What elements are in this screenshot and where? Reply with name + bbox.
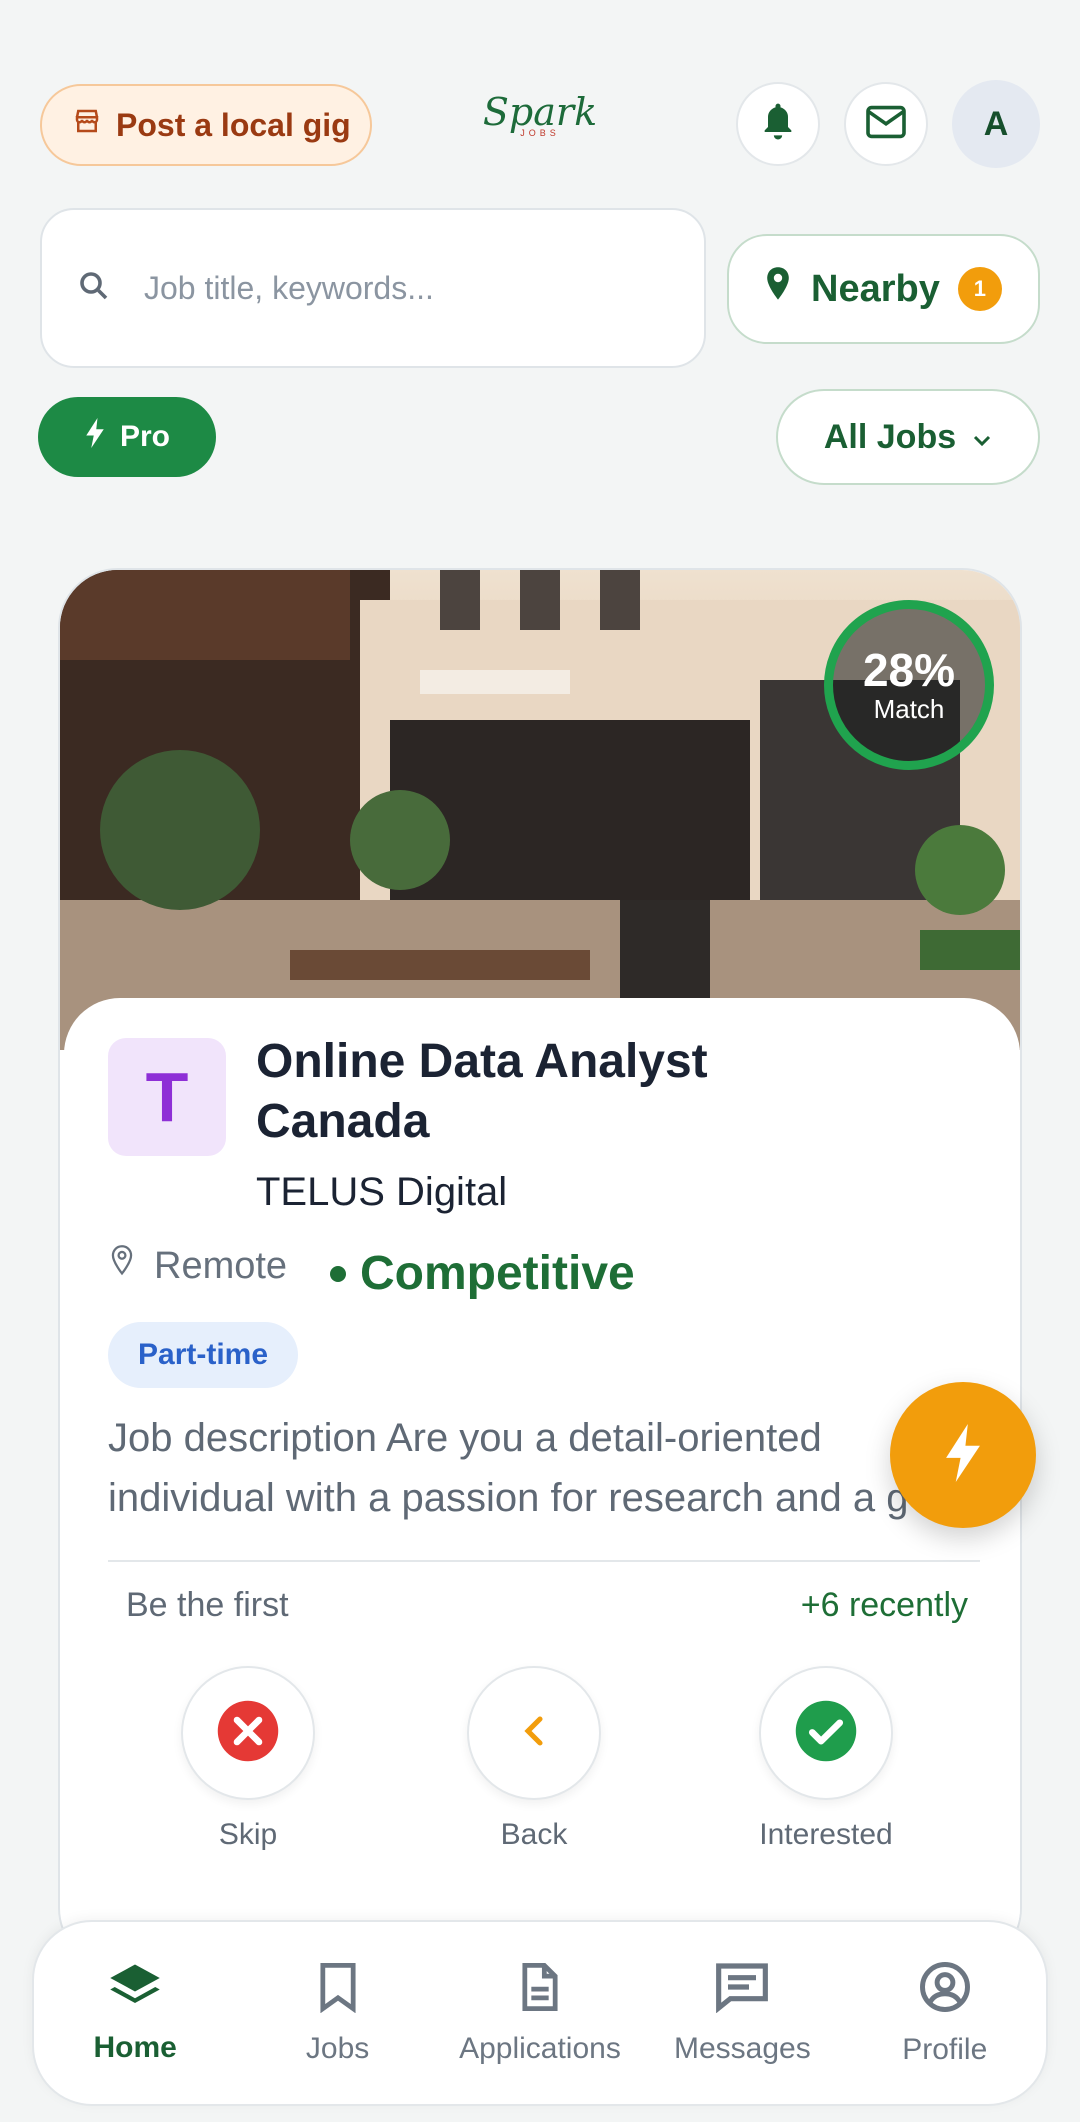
match-label: Match [873, 693, 945, 724]
logo-wordmark: Spark [482, 90, 598, 134]
match-score-ring: 28% Match [824, 600, 994, 770]
nav-home[interactable]: Home [40, 1962, 230, 2065]
salary-info: Competitive [330, 1246, 635, 1301]
lightning-icon [943, 1423, 983, 1487]
bottom-nav: Home Jobs Applications Messages Profile [32, 1920, 1048, 2106]
skip-action[interactable]: Skip [148, 1666, 348, 1852]
back-action[interactable]: Back [434, 1666, 634, 1852]
recent-activity: +6 recently [800, 1586, 968, 1624]
lightning-icon [84, 418, 106, 456]
bell-icon [758, 100, 798, 149]
nav-applications-label: Applications [459, 2031, 621, 2065]
storefront-icon [72, 106, 102, 144]
avatar[interactable]: A [952, 80, 1040, 168]
nav-profile[interactable]: Profile [850, 1960, 1040, 2067]
notifications-button[interactable] [736, 82, 820, 166]
user-circle-icon [918, 1960, 972, 2019]
interested-label: Interested [759, 1818, 893, 1851]
interested-action[interactable]: Interested [726, 1666, 926, 1852]
nav-home-label: Home [93, 2030, 177, 2064]
job-location: Remote [108, 1244, 287, 1288]
back-label: Back [500, 1818, 568, 1851]
company-logo: T [108, 1038, 226, 1156]
chevron-down-icon [972, 418, 992, 457]
all-jobs-label: All Jobs [823, 417, 957, 456]
post-local-gig-button[interactable]: Post a local gig [40, 84, 372, 166]
nav-profile-label: Profile [902, 2032, 988, 2066]
post-local-gig-label: Post a local gig [116, 106, 351, 143]
app-logo: Spark JOBS [480, 92, 600, 148]
document-icon [518, 1961, 562, 2018]
pro-label: Pro [119, 420, 170, 453]
salary-text: Competitive [360, 1247, 635, 1300]
divider [108, 1560, 980, 1562]
location-pin-icon [763, 266, 793, 312]
check-circle-icon [793, 1698, 859, 1769]
map-pin-icon [108, 1244, 136, 1288]
mail-icon [864, 104, 908, 145]
search-input[interactable] [142, 268, 646, 308]
chat-icon [714, 1961, 770, 2018]
chevron-left-icon [519, 1713, 549, 1754]
applicants-note: Be the first [126, 1586, 289, 1624]
layers-icon [108, 1962, 162, 2017]
job-title: Online Data Analyst Canada [256, 1035, 708, 1148]
nearby-label: Nearby [811, 267, 940, 310]
all-jobs-dropdown[interactable]: All Jobs [776, 389, 1040, 485]
messages-button[interactable] [844, 82, 928, 166]
avatar-initial: A [983, 104, 1009, 143]
nav-messages[interactable]: Messages [647, 1961, 837, 2066]
bookmark-icon [316, 1961, 360, 2018]
nav-jobs-label: Jobs [305, 2031, 370, 2065]
match-percent: 28% [862, 643, 956, 696]
nearby-count-badge: 1 [957, 267, 1002, 311]
search-icon [76, 268, 112, 309]
pro-button[interactable]: Pro [38, 397, 216, 477]
quick-apply-fab[interactable] [890, 1382, 1036, 1528]
location-text: Remote [154, 1244, 288, 1287]
skip-label: Skip [218, 1818, 278, 1851]
interested-button[interactable] [759, 1666, 893, 1800]
job-details: T Online Data Analyst Canada TELUS Digit… [64, 998, 1020, 1966]
back-button[interactable] [467, 1666, 601, 1800]
skip-button[interactable] [181, 1666, 315, 1800]
salary-dot-icon [330, 1265, 346, 1282]
job-card[interactable]: 28% Match T Online Data Analyst Canada T… [58, 568, 1022, 1968]
job-description: Job description Are you a detail-oriente… [108, 1416, 909, 1520]
search-box[interactable] [40, 208, 706, 368]
nearby-filter-button[interactable]: Nearby 1 [727, 234, 1040, 344]
nav-jobs[interactable]: Jobs [243, 1961, 433, 2066]
company-name: TELUS Digital [256, 1170, 508, 1214]
nav-applications[interactable]: Applications [445, 1961, 635, 2066]
close-circle-icon [215, 1698, 281, 1769]
nav-messages-label: Messages [673, 2031, 811, 2065]
job-type-tag: Part-time [108, 1322, 299, 1388]
